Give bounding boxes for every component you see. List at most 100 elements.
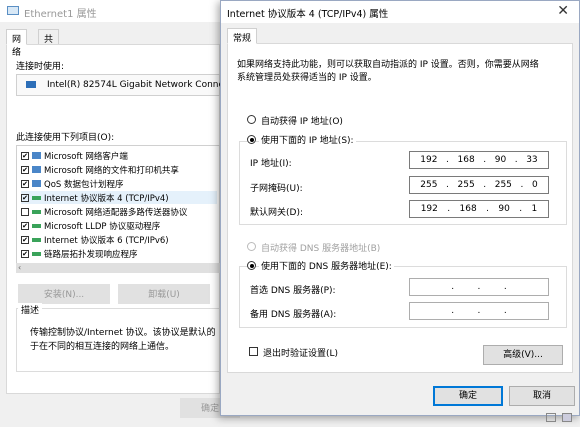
- item-label: QoS 数据包计划程序: [44, 179, 124, 190]
- octet: 192: [420, 204, 438, 214]
- item-label: Internet 协议版本 6 (TCP/IPv6): [44, 235, 169, 246]
- uninstall-button[interactable]: 卸载(U): [118, 284, 210, 304]
- service-icon: [32, 180, 41, 187]
- auto-dns-label: 自动获得 DNS 服务器地址(B): [261, 244, 381, 254]
- octet: 255: [494, 180, 512, 190]
- checkbox[interactable]: ✔: [21, 193, 29, 202]
- dialog-title: Internet 协议版本 4 (TCP/IPv4) 属性: [227, 9, 389, 20]
- item-label: Microsoft 网络适配器多路传送器协议: [44, 207, 188, 218]
- item-label: Internet 协议版本 4 (TCP/IPv4): [44, 193, 169, 204]
- checkbox[interactable]: ✔: [21, 249, 29, 258]
- item-label: 链路层拓扑发现响应程序: [44, 249, 138, 260]
- protocol-icon: [32, 251, 41, 256]
- alternate-dns-label: 备用 DNS 服务器(A):: [250, 310, 337, 320]
- manual-ip-label: 使用下面的 IP 地址(S):: [259, 133, 356, 146]
- checkbox[interactable]: ✔: [21, 235, 29, 244]
- octet: 192: [420, 155, 438, 165]
- protocol-icon: [32, 223, 41, 228]
- dialog-title-bar: Internet 协议版本 4 (TCP/IPv4) 属性 ✕: [221, 1, 579, 23]
- gateway-field[interactable]: 192. 168. 90. 1: [409, 200, 549, 218]
- item-label: Microsoft 网络的文件和打印机共享: [44, 165, 179, 176]
- checkbox[interactable]: ✔: [21, 165, 29, 174]
- list-item[interactable]: ✔ Microsoft LLDP 协议驱动程序: [21, 219, 160, 232]
- dot: .: [486, 204, 489, 214]
- ok-button[interactable]: 确定: [433, 386, 503, 406]
- list-item[interactable]: ✔ Microsoft 网络的文件和打印机共享: [21, 163, 179, 176]
- dot: .: [446, 155, 449, 165]
- octet: 33: [526, 155, 538, 165]
- alternate-dns-field[interactable]: ...: [409, 302, 549, 320]
- dot: .: [446, 180, 449, 190]
- tab-network[interactable]: 网络: [6, 29, 28, 58]
- dot: .: [520, 180, 524, 190]
- window-title: Ethernet1 属性: [24, 9, 97, 20]
- dot: .: [451, 282, 455, 292]
- list-item-selected[interactable]: ✔ Internet 协议版本 4 (TCP/IPv4): [21, 191, 217, 204]
- client-icon: [32, 152, 41, 159]
- octet: 90: [498, 204, 510, 214]
- items-list: ✔ Microsoft 网络客户端 ✔ Microsoft 网络的文件和打印机共享 …: [16, 145, 220, 269]
- tab-general[interactable]: 常规: [227, 28, 258, 44]
- auto-ip-label: 自动获得 IP 地址(O): [261, 117, 343, 127]
- dot: .: [503, 282, 507, 292]
- subnet-mask-field[interactable]: 255. 255. 255. 0: [409, 176, 549, 194]
- list-item[interactable]: ✔ QoS 数据包计划程序: [21, 177, 124, 190]
- octet: 255: [457, 180, 475, 190]
- octet: 255: [420, 180, 438, 190]
- dot: .: [483, 155, 487, 165]
- dot: .: [519, 204, 523, 214]
- cancel-button[interactable]: 取消: [509, 386, 575, 406]
- list-item[interactable]: ✔ Internet 协议版本 6 (TCP/IPv6): [21, 233, 169, 246]
- item-label: Microsoft LLDP 协议驱动程序: [44, 221, 161, 232]
- checkbox[interactable]: ✔: [21, 221, 29, 230]
- checkbox[interactable]: ✔: [21, 151, 29, 160]
- octet: 90: [494, 155, 507, 165]
- description-text-2: 于在不同的相互连接的网络上通信。: [30, 342, 175, 352]
- auto-ip-radio[interactable]: [247, 115, 256, 124]
- taskbar-window-icon[interactable]: [562, 413, 572, 422]
- item-label: Microsoft 网络客户端: [44, 151, 128, 162]
- dot: .: [477, 282, 481, 292]
- intro-text-1: 如果网络支持此功能，则可以获取自动指派的 IP 设置。否则，你需要从网络: [237, 60, 539, 70]
- close-icon[interactable]: ✕: [557, 3, 569, 19]
- list-item[interactable]: ✔ Microsoft 网络客户端: [21, 149, 128, 162]
- protocol-icon: [32, 237, 41, 242]
- list-item[interactable]: ✔ 链路层拓扑发现响应程序: [21, 247, 138, 260]
- preferred-dns-field[interactable]: ...: [409, 278, 549, 296]
- auto-dns-radio[interactable]: [247, 242, 256, 251]
- horizontal-scrollbar[interactable]: ‹: [16, 263, 220, 273]
- service-icon: [32, 166, 41, 173]
- protocol-icon: [32, 195, 41, 200]
- dot: .: [503, 306, 507, 316]
- octet: 0: [531, 180, 538, 190]
- description-title: 描述: [18, 303, 43, 316]
- manual-ip-radio[interactable]: [247, 135, 256, 144]
- adapter-name: Intel(R) 82574L Gigabit Network Conne: [47, 80, 225, 90]
- taskbar-list-icon[interactable]: [546, 413, 556, 422]
- title-bar: Ethernet1 属性: [0, 0, 220, 22]
- manual-dns-label: 使用下面的 DNS 服务器地址(E):: [259, 259, 394, 272]
- validate-label: 退出时验证设置(L): [263, 349, 339, 359]
- ip-address-field[interactable]: 192. 168. 90. 33: [409, 151, 549, 169]
- dot: .: [477, 306, 481, 316]
- dot: .: [514, 155, 518, 165]
- tab-sharing[interactable]: 共享: [38, 29, 60, 58]
- validate-checkbox[interactable]: [249, 347, 258, 356]
- checkbox[interactable]: [21, 207, 29, 216]
- list-item[interactable]: Microsoft 网络适配器多路传送器协议: [21, 205, 187, 218]
- ipv4-properties-dialog: Internet 协议版本 4 (TCP/IPv4) 属性 ✕ 常规 如果网络支…: [220, 0, 580, 416]
- scroll-left-icon[interactable]: ‹: [18, 263, 21, 272]
- ip-address-label: IP 地址(I):: [250, 159, 292, 169]
- adapter-icon: [26, 81, 36, 88]
- connect-using-label: 连接时使用:: [16, 62, 65, 72]
- install-button[interactable]: 安装(N)...: [18, 284, 110, 304]
- description-text-1: 传输控制协议/Internet 协议。该协议是默认的: [30, 328, 216, 338]
- adapter-field: Intel(R) 82574L Gigabit Network Conne: [16, 74, 224, 96]
- dot: .: [451, 306, 455, 316]
- dot: .: [447, 204, 451, 214]
- octet: 168: [459, 204, 477, 214]
- checkbox[interactable]: ✔: [21, 179, 29, 188]
- manual-dns-radio[interactable]: [247, 261, 256, 270]
- dot: .: [483, 180, 487, 190]
- advanced-button[interactable]: 高级(V)...: [483, 345, 563, 365]
